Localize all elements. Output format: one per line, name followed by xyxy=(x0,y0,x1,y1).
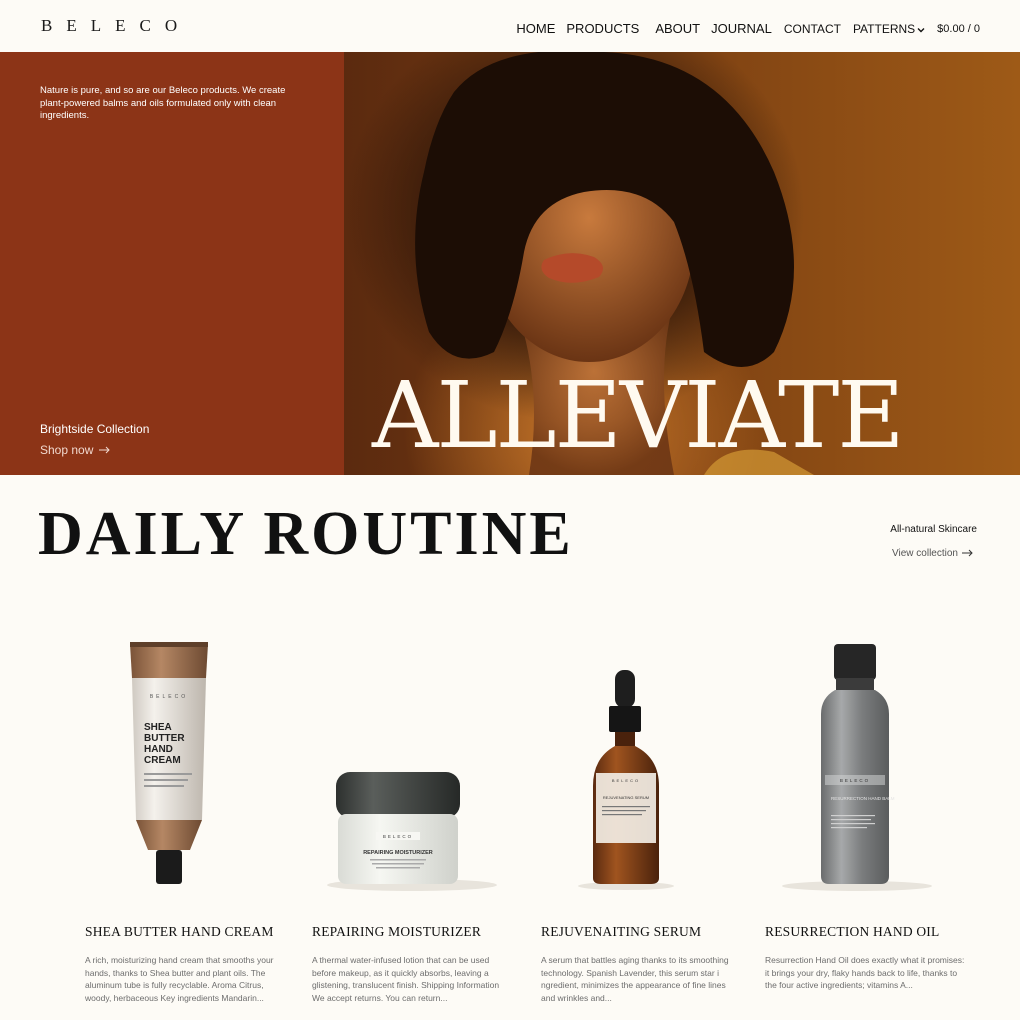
nav-journal[interactable]: JOURNAL xyxy=(711,21,772,36)
hand-cream-tube: BELECO SHEA BUTTER HAND CREAM xyxy=(130,642,208,884)
product-name[interactable]: REPAIRING MOISTURIZER xyxy=(312,924,481,940)
shop-now-link[interactable]: Shop now xyxy=(40,442,111,457)
nav-about[interactable]: ABOUT xyxy=(655,21,700,36)
logo[interactable]: BELECO xyxy=(41,16,191,36)
product-card[interactable]: BELECO RESURRECTION HAND BALM RESURRECTI… xyxy=(765,620,975,990)
hand-oil-bottle: BELECO RESURRECTION HAND BALM xyxy=(782,644,932,891)
tube-label-line: BUTTER xyxy=(144,733,185,744)
product-description: A thermal water-infused lotion that can … xyxy=(312,955,500,1003)
product-card[interactable]: BELECO REPAIRING MOISTURIZER REPAIRING M… xyxy=(312,620,522,1003)
serum-label: REJUVENATING SERUM xyxy=(603,795,649,800)
product-description: Resurrection Hand Oil does exactly what … xyxy=(765,955,965,990)
arrow-right-icon xyxy=(962,546,974,560)
tube-label-line: SHEA xyxy=(144,722,172,733)
serum-dropper-bottle: BELECO REJUVENATING SERUM xyxy=(578,670,674,890)
tube-brand: BELECO xyxy=(150,694,188,700)
oil-label: RESURRECTION HAND BALM xyxy=(831,796,895,801)
product-name[interactable]: REJUVENAITING SERUM xyxy=(541,924,701,940)
nav-products[interactable]: PRODUCTS xyxy=(566,21,639,36)
section-title: DAILY ROUTINE xyxy=(38,500,574,568)
view-collection-link[interactable]: View collection xyxy=(892,546,974,560)
hero-title: ALLEVIATE xyxy=(372,362,904,469)
product-name[interactable]: RESURRECTION HAND OIL xyxy=(765,924,939,940)
nav-home[interactable]: HOME xyxy=(516,21,555,36)
main-nav: HOME PRODUCTS ABOUT JOURNAL CONTACT PATT… xyxy=(501,21,980,36)
jar-label: REPAIRING MOISTURIZER xyxy=(363,850,433,856)
hero-description: Nature is pure, and so are our Beleco pr… xyxy=(40,85,286,121)
chevron-down-icon xyxy=(917,22,925,36)
shop-now-label: Shop now xyxy=(40,442,94,457)
nav-contact[interactable]: CONTACT xyxy=(784,22,841,36)
product-card[interactable]: BELECO SHEA BUTTER HAND CREAM SHEA BUTTE… xyxy=(85,620,295,1003)
nav-patterns[interactable]: PATTERNS xyxy=(853,22,925,36)
product-description: A rich, moisturizing hand cream that smo… xyxy=(85,955,274,1003)
product-image[interactable]: BELECO SHEA BUTTER HAND CREAM xyxy=(85,620,295,900)
site-header: BELECO HOME PRODUCTS ABOUT JOURNAL CONTA… xyxy=(0,0,1020,52)
tube-label-line: HAND xyxy=(144,744,173,755)
cart-link[interactable]: $0.00 / 0 xyxy=(937,23,980,35)
view-collection-label: View collection xyxy=(892,547,958,559)
product-image[interactable]: BELECO REPAIRING MOISTURIZER xyxy=(312,620,522,900)
collection-name: Brightside Collection xyxy=(40,422,150,436)
serum-brand: BELECO xyxy=(612,778,640,783)
oil-brand: BELECO xyxy=(840,778,870,783)
hero-banner: Nature is pure, and so are our Beleco pr… xyxy=(0,52,1020,475)
product-image[interactable]: BELECO REJUVENATING SERUM xyxy=(541,620,751,900)
category-label: All-natural Skincare xyxy=(890,524,977,535)
product-card[interactable]: BELECO REJUVENATING SERUM REJUVENAITING … xyxy=(541,620,751,1003)
product-description: A serum that battles aging thanks to its… xyxy=(541,955,729,1003)
hero-image: ALLEVIATE xyxy=(344,52,1020,475)
nav-patterns-label: PATTERNS xyxy=(852,21,916,36)
product-image[interactable]: BELECO RESURRECTION HAND BALM xyxy=(765,620,975,900)
hero-panel: Nature is pure, and so are our Beleco pr… xyxy=(0,52,344,475)
arrow-right-icon xyxy=(99,442,111,457)
tube-label-line: CREAM xyxy=(144,755,181,766)
product-name[interactable]: SHEA BUTTER HAND CREAM xyxy=(85,924,274,940)
jar-brand: BELECO xyxy=(383,834,413,839)
moisturizer-jar: BELECO REPAIRING MOISTURIZER xyxy=(327,772,497,891)
